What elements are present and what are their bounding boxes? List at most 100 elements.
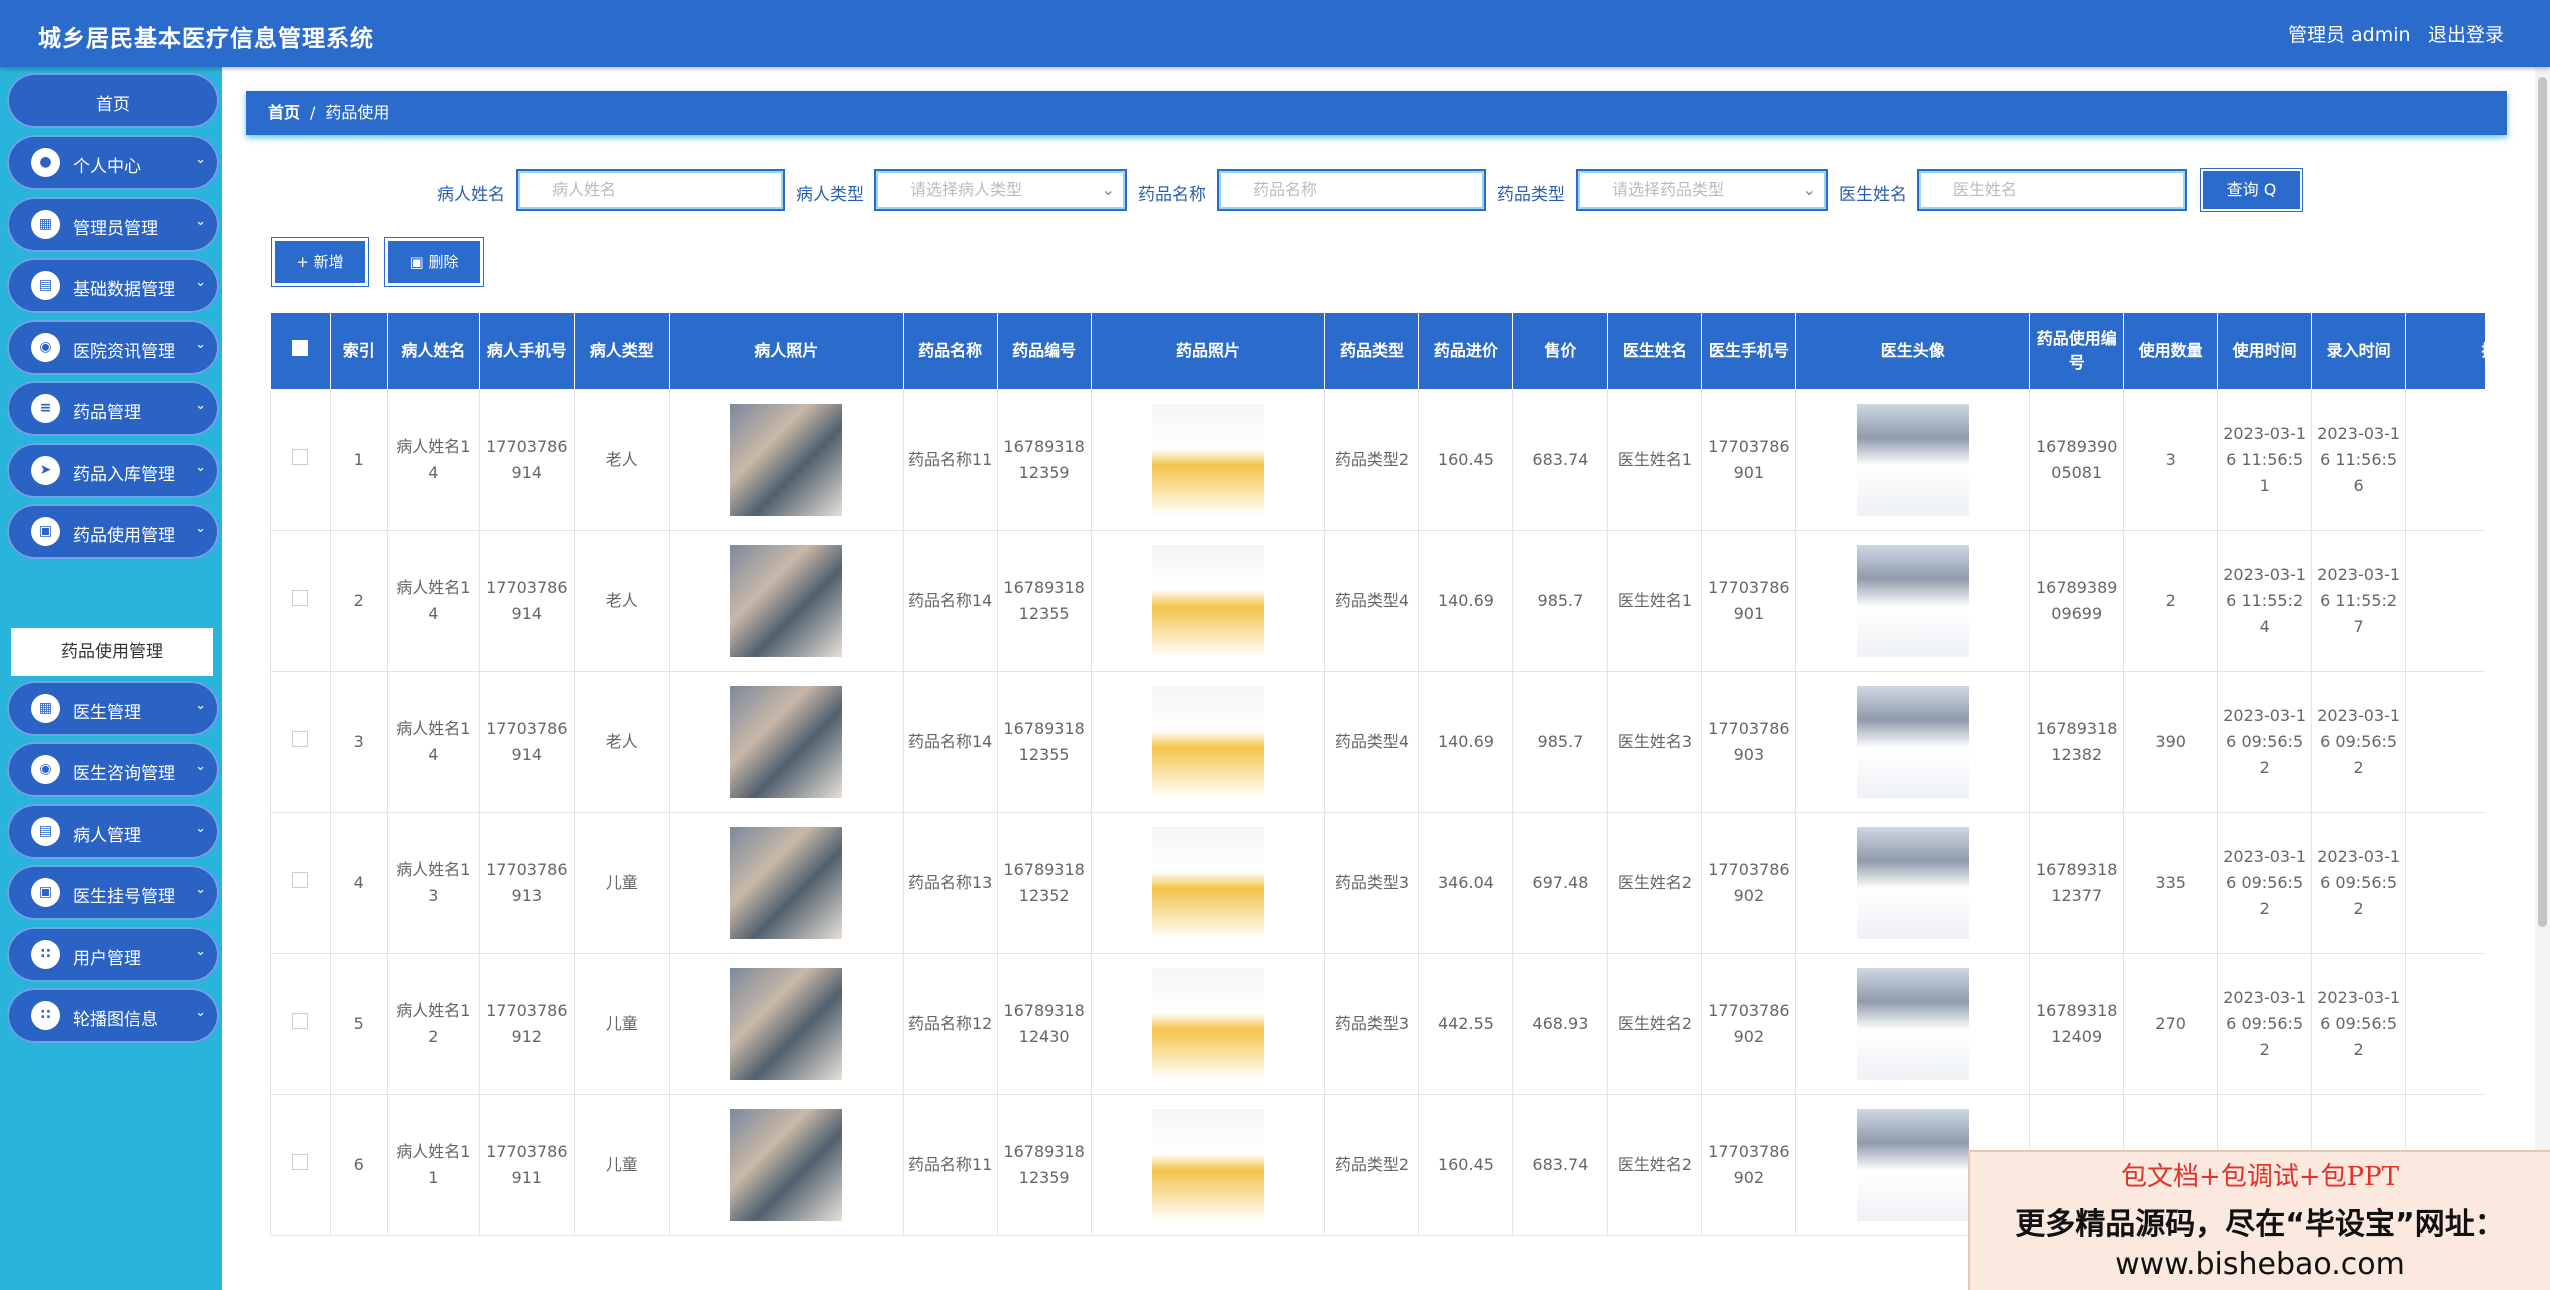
usage-code-cell: 1678931812382	[2029, 671, 2125, 813]
drug-code-cell: 1678931812430	[996, 953, 1092, 1095]
sidebar-item-drug-usage[interactable]: ▣ 药品使用管理 ⌄	[7, 504, 219, 559]
drug-name-cell: 药品名称12	[902, 953, 998, 1095]
patient-name-cell: 病人姓名11	[386, 1094, 480, 1236]
doctor-avatar[interactable]	[1856, 1109, 1969, 1221]
delete-button[interactable]: ▣ 删除	[385, 238, 483, 286]
sidebar-item-personal-center[interactable]: ● 个人中心 ⌄	[7, 135, 219, 190]
patient-type-cell: 老人	[573, 389, 670, 531]
location-icon: ◉	[31, 755, 60, 784]
column-header: 索引	[329, 312, 388, 390]
column-header: 药品名称	[902, 312, 998, 390]
sidebar-item-doctor[interactable]: ▦ 医生管理 ⌄	[7, 681, 219, 736]
drug-price-cell: 985.7	[1512, 671, 1609, 813]
column-header: 药品照片	[1090, 312, 1326, 390]
operation-cell: 详情删	[2405, 812, 2485, 954]
doctor-phone-cell: 17703786901	[1701, 530, 1797, 672]
drug-price-cell: 468.93	[1512, 953, 1609, 1095]
drug-type-placeholder: 请选择药品类型	[1612, 180, 1725, 199]
patient-photo-cell	[668, 1094, 904, 1236]
column-header: 使用数量	[2123, 312, 2219, 390]
usage-qty-cell: 335	[2123, 812, 2219, 954]
doctor-avatar[interactable]	[1856, 827, 1969, 939]
sidebar-item-patient[interactable]: ▤ 病人管理 ⌄	[7, 804, 219, 859]
usage-code-cell: 1678931812409	[2029, 953, 2125, 1095]
sidebar-item-registration[interactable]: ▣ 医生挂号管理 ⌄	[7, 865, 219, 920]
sidebar-subitem-drug-usage[interactable]: 药品使用管理	[11, 628, 213, 676]
row-checkbox[interactable]	[270, 1094, 331, 1236]
patient-photo[interactable]	[730, 404, 843, 516]
doctor-name-input[interactable]: 医生姓名	[1917, 169, 2187, 211]
sliders-icon: ≡	[31, 394, 60, 423]
sidebar-item-consult[interactable]: ◉ 医生咨询管理 ⌄	[7, 742, 219, 797]
row-checkbox[interactable]	[270, 389, 331, 531]
breadcrumb-home[interactable]: 首页	[268, 103, 300, 122]
drug-name-input[interactable]: 药品名称	[1217, 169, 1486, 211]
patient-photo[interactable]	[730, 686, 843, 798]
scrollbar-thumb[interactable]	[2538, 77, 2547, 927]
table-row: 3 病人姓名14 17703786914 老人 药品名称14 1678931812355 药…	[270, 671, 2485, 813]
admin-icon: ▦	[31, 210, 60, 239]
doctor-avatar[interactable]	[1856, 968, 1969, 1080]
row-checkbox[interactable]	[270, 953, 331, 1095]
select-all-checkbox[interactable]	[270, 312, 331, 390]
logout-link[interactable]: 退出登录	[2428, 20, 2504, 47]
doctor-avatar[interactable]	[1856, 545, 1969, 657]
add-button[interactable]: + 新增	[272, 238, 368, 286]
sidebar-item-hospital-news[interactable]: ◉ 医院资讯管理 ⌄	[7, 320, 219, 375]
patient-type-cell: 儿童	[573, 953, 670, 1095]
data-table: 索引 病人姓名 病人手机号 病人类型 病人照片 药品名称 药品编号 药品照片 药…	[270, 312, 2485, 1290]
row-checkbox[interactable]	[270, 530, 331, 672]
row-index-cell: 2	[329, 530, 388, 672]
sidebar-item-users[interactable]: ∷ 用户管理 ⌄	[7, 927, 219, 982]
drug-photo[interactable]	[1152, 686, 1265, 798]
drug-cost-cell: 160.45	[1418, 389, 1514, 531]
sidebar-item-home[interactable]: 首页	[7, 73, 219, 128]
drug-photo[interactable]	[1152, 545, 1265, 657]
trash-icon: ▣	[409, 253, 424, 271]
drug-type-cell: 药品类型2	[1324, 389, 1420, 531]
patient-type-cell: 儿童	[573, 812, 670, 954]
chevron-down-icon: ⌄	[195, 214, 206, 229]
entry-time-cell: 2023-03-16 09:56:52	[2311, 812, 2407, 954]
sidebar-item-carousel[interactable]: ∷ 轮播图信息 ⌄	[7, 988, 219, 1043]
row-checkbox[interactable]	[270, 812, 331, 954]
patient-photo[interactable]	[730, 545, 843, 657]
query-button[interactable]: 查询 Q	[2201, 169, 2302, 211]
sidebar-item-base-data[interactable]: ▤ 基础数据管理 ⌄	[7, 258, 219, 313]
row-index-cell: 3	[329, 671, 388, 813]
user-icon: ●	[31, 148, 60, 177]
drug-price-cell: 683.74	[1512, 1094, 1609, 1236]
patient-name-input[interactable]: 病人姓名	[516, 169, 785, 211]
doctor-phone-cell: 17703786901	[1701, 389, 1797, 531]
patient-phone-cell: 17703786914	[478, 671, 575, 813]
drug-photo[interactable]	[1152, 968, 1265, 1080]
chart-icon: ▤	[31, 271, 60, 300]
drug-type-select[interactable]: 请选择药品类型 ⌄	[1576, 169, 1828, 211]
sidebar-item-drug[interactable]: ≡ 药品管理 ⌄	[7, 381, 219, 436]
row-checkbox[interactable]	[270, 671, 331, 813]
patient-photo-cell	[668, 530, 904, 672]
doctor-avatar[interactable]	[1856, 404, 1969, 516]
patient-type-select[interactable]: 请选择病人类型 ⌄	[874, 169, 1127, 211]
drug-photo[interactable]	[1152, 827, 1265, 939]
breadcrumb-current: 药品使用	[325, 103, 390, 122]
drug-photo[interactable]	[1152, 1109, 1265, 1221]
doctor-avatar[interactable]	[1856, 686, 1969, 798]
promo-line1: 包文档+包调试+包PPT	[2121, 1162, 2399, 1192]
column-header: 录入时间	[2311, 312, 2407, 390]
patient-photo[interactable]	[730, 1109, 843, 1221]
operation-cell: 详情删	[2405, 671, 2485, 813]
drug-code-cell: 1678931812355	[996, 530, 1092, 672]
patient-photo[interactable]	[730, 827, 843, 939]
sidebar-item-label: 药品管理	[73, 403, 141, 423]
drug-photo[interactable]	[1152, 404, 1265, 516]
chevron-down-icon: ⌄	[195, 698, 206, 713]
sidebar-item-drug-stock[interactable]: ➤ 药品入库管理 ⌄	[7, 443, 219, 498]
chevron-down-icon: ⌄	[195, 152, 206, 167]
page-scrollbar[interactable]	[2535, 67, 2550, 1290]
column-header: 售价	[1512, 312, 1609, 390]
patient-photo[interactable]	[730, 968, 843, 1080]
sidebar-item-admin[interactable]: ▦ 管理员管理 ⌄	[7, 197, 219, 252]
doctor-phone-cell: 17703786903	[1701, 671, 1797, 813]
patient-type-cell: 老人	[573, 671, 670, 813]
